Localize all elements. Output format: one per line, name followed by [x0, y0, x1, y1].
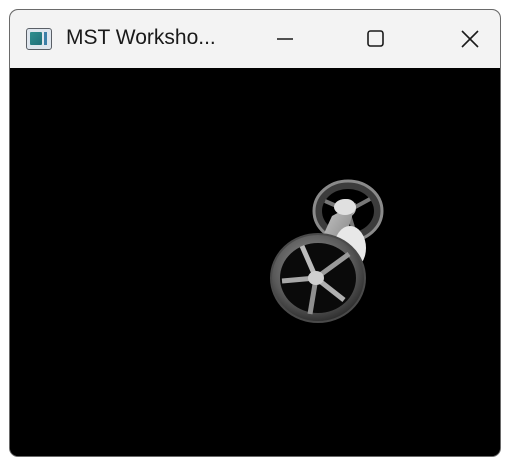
title-bar[interactable]: MST Worksho... — [10, 10, 500, 68]
maximize-button[interactable] — [345, 10, 405, 68]
close-button[interactable] — [438, 10, 498, 68]
lower-wheel — [270, 233, 366, 323]
screen-frame: MST Worksho... — [0, 0, 509, 458]
app-window-icon — [26, 28, 52, 50]
close-icon — [461, 30, 479, 48]
window-title: MST Worksho... — [66, 26, 216, 49]
minimize-button[interactable] — [254, 10, 314, 68]
app-icon-pane — [30, 32, 42, 45]
render-viewport[interactable] — [10, 68, 500, 456]
scene-canvas — [270, 179, 384, 323]
spoked-wheel-assembly — [270, 179, 384, 323]
app-icon-bar — [44, 32, 47, 45]
minimize-icon — [277, 38, 293, 40]
maximize-icon — [367, 30, 384, 47]
app-window: MST Worksho... — [10, 10, 500, 456]
